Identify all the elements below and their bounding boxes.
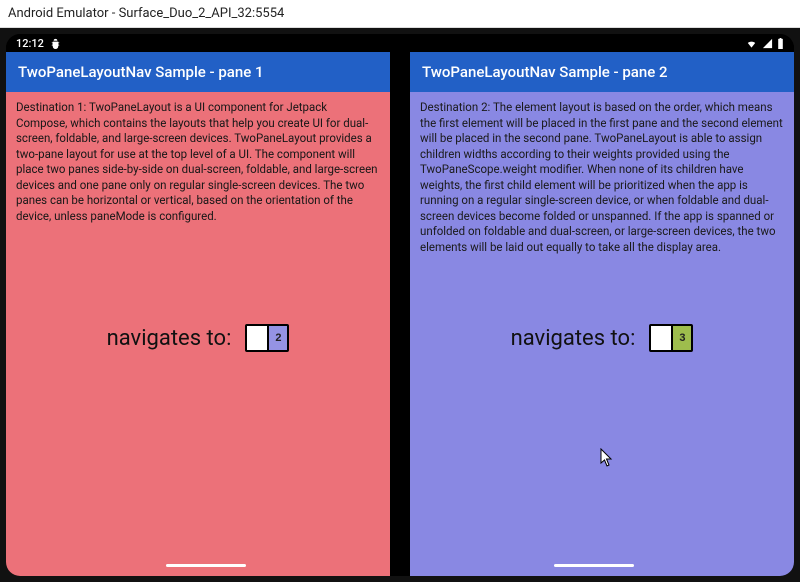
- status-bar: 12:12: [6, 34, 794, 52]
- pane-1-description: Destination 1: TwoPaneLayout is a UI com…: [16, 100, 380, 224]
- pane-1-content: Destination 1: TwoPaneLayout is a UI com…: [6, 92, 390, 576]
- status-bar-right: [745, 38, 784, 49]
- status-time: 12:12: [16, 37, 44, 50]
- pane-2-nav-row: navigates to: 3: [410, 324, 794, 352]
- pane-1-nav-label: navigates to:: [107, 326, 232, 351]
- nav-button-blank[interactable]: [247, 326, 267, 350]
- pane-2-content: Destination 2: The element layout is bas…: [410, 92, 794, 576]
- pane-1-nav-row: navigates to: 2: [6, 324, 390, 352]
- nav-button-3[interactable]: 3: [671, 326, 691, 350]
- home-indicator-left[interactable]: [166, 564, 246, 567]
- battery-icon: [777, 38, 784, 49]
- pane-2: TwoPaneLayoutNav Sample - pane 2 Destina…: [410, 52, 794, 576]
- app-bar-1: TwoPaneLayoutNav Sample - pane 1: [6, 52, 390, 92]
- device-hinge: [390, 52, 410, 576]
- panes-container: TwoPaneLayoutNav Sample - pane 1 Destina…: [6, 52, 794, 576]
- window-titlebar: Android Emulator - Surface_Duo_2_API_32:…: [0, 0, 800, 28]
- device-screen: 12:12 TwoPaneLayoutNav Sa: [6, 34, 794, 576]
- pane-2-nav-buttons: 3: [649, 324, 693, 352]
- pane-1-nav-buttons: 2: [245, 324, 289, 352]
- app-bar-2: TwoPaneLayoutNav Sample - pane 2: [410, 52, 794, 92]
- debug-icon: [50, 38, 61, 49]
- device-frame: 12:12 TwoPaneLayoutNav Sa: [0, 28, 800, 582]
- pane-1: TwoPaneLayoutNav Sample - pane 1 Destina…: [6, 52, 390, 576]
- nav-button-2[interactable]: 2: [267, 326, 287, 350]
- window-title: Android Emulator - Surface_Duo_2_API_32:…: [8, 6, 284, 21]
- home-indicator-right[interactable]: [554, 564, 634, 567]
- status-bar-left: 12:12: [16, 37, 61, 50]
- app-bar-title-2: TwoPaneLayoutNav Sample - pane 2: [422, 63, 668, 81]
- wifi-icon: [745, 38, 758, 49]
- pane-2-nav-label: navigates to:: [511, 326, 636, 351]
- signal-icon: [762, 38, 773, 49]
- nav-button-blank-2[interactable]: [651, 326, 671, 350]
- app-bar-title-1: TwoPaneLayoutNav Sample - pane 1: [18, 63, 264, 81]
- pane-2-description: Destination 2: The element layout is bas…: [420, 100, 784, 255]
